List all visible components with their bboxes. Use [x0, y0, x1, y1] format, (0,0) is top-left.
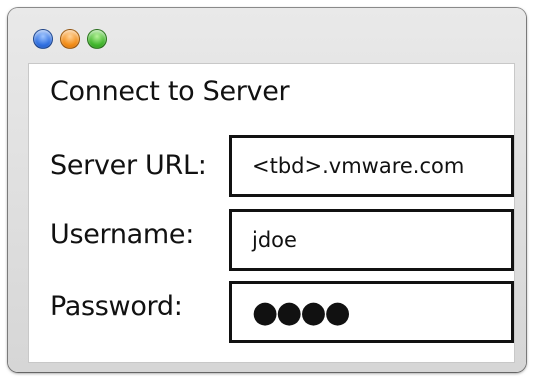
password-label: Password: [50, 291, 183, 322]
password-field[interactable]: ●●●● [229, 281, 514, 343]
dialog-title: Connect to Server [50, 76, 290, 107]
username-label: Username: [50, 219, 195, 250]
server-url-value: <tbd>.vmware.com [252, 154, 465, 178]
password-value: ●●●● [252, 295, 351, 330]
username-value: jdoe [252, 228, 297, 252]
app-window: Connect to Server Server URL: <tbd>.vmwa… [8, 8, 526, 372]
dialog-content: Connect to Server Server URL: <tbd>.vmwa… [28, 63, 515, 363]
close-button[interactable] [33, 29, 53, 49]
minimize-button[interactable] [60, 29, 80, 49]
username-field[interactable]: jdoe [229, 209, 514, 271]
server-url-label: Server URL: [50, 150, 207, 181]
zoom-button[interactable] [87, 29, 107, 49]
server-url-field[interactable]: <tbd>.vmware.com [229, 135, 514, 197]
